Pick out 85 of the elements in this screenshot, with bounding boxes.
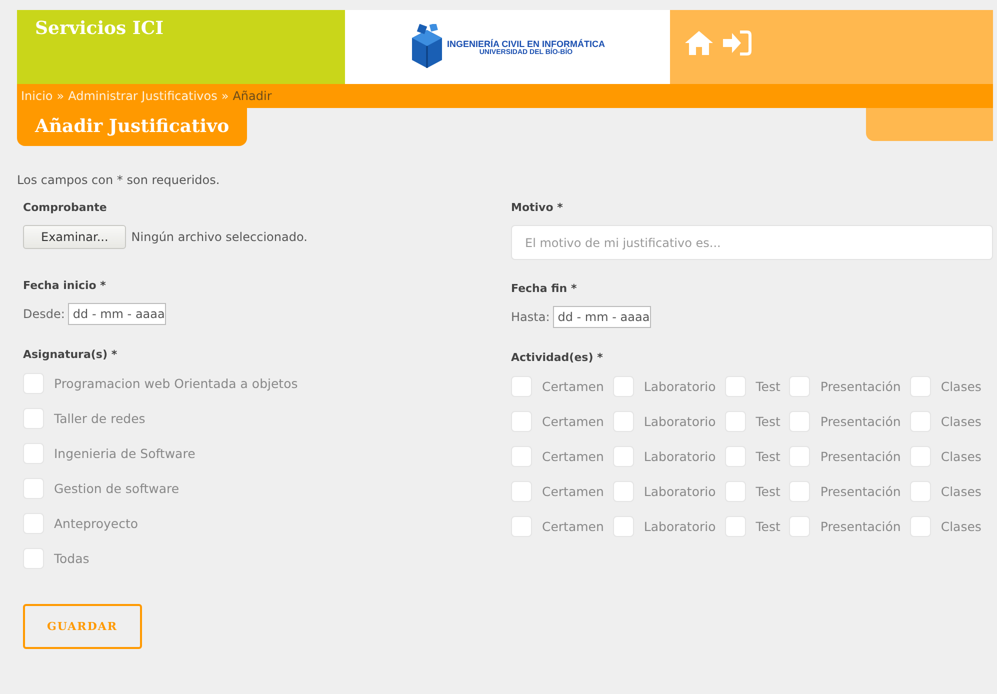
checkbox-label: Test: [756, 519, 780, 534]
checkbox[interactable]: [910, 481, 931, 502]
breadcrumb-separator: »: [56, 89, 64, 103]
breadcrumb-separator: »: [221, 89, 229, 103]
checkbox-label: Presentación: [820, 484, 901, 499]
checkbox-label: Clases: [940, 414, 982, 429]
checkbox[interactable]: [23, 408, 44, 429]
field-label: Fecha fin *: [511, 282, 577, 295]
checkbox-label: Laboratorio: [644, 519, 716, 534]
checkbox-label: Certamen: [542, 449, 604, 464]
checkbox-label: Test: [756, 484, 780, 499]
checkbox[interactable]: [789, 446, 810, 467]
checkbox-label: Clases: [940, 449, 982, 464]
browse-button[interactable]: Examinar...: [23, 225, 126, 249]
checkbox-label: Presentación: [820, 414, 901, 429]
checkbox[interactable]: [511, 481, 532, 502]
checkbox[interactable]: [23, 478, 44, 499]
checkbox[interactable]: [910, 516, 931, 537]
reason-field[interactable]: El motivo de mi justificativo es...: [511, 225, 993, 260]
file-status: Ningún archivo seleccionado.: [131, 230, 308, 244]
checkbox-label: Programacion web Orientada a objetos: [54, 376, 298, 391]
checkbox-label: Test: [756, 449, 780, 464]
checkbox[interactable]: [23, 548, 44, 569]
checkbox[interactable]: [910, 411, 931, 432]
checkbox[interactable]: [612, 516, 634, 537]
checkbox[interactable]: [789, 481, 810, 502]
checkbox-label: Certamen: [542, 484, 604, 499]
checkbox[interactable]: [789, 516, 810, 537]
checkbox-label: Anteproyecto: [54, 516, 138, 531]
home-icon[interactable]: [684, 30, 714, 56]
checkbox[interactable]: [23, 513, 44, 534]
checkbox-label: Test: [756, 379, 780, 394]
checkbox[interactable]: [511, 516, 532, 537]
checkbox[interactable]: [724, 376, 746, 397]
checkbox[interactable]: [724, 411, 746, 432]
checkbox-label: Presentación: [820, 379, 901, 394]
checkbox-label: Clases: [940, 484, 982, 499]
checkbox[interactable]: [511, 446, 532, 467]
checkbox-label: Todas: [54, 551, 90, 566]
checkbox-label: Certamen: [542, 414, 604, 429]
checkbox-label: Certamen: [542, 519, 604, 534]
date-prefix: Desde:: [23, 307, 65, 321]
date-field[interactable]: dd - mm - aaaa: [552, 306, 651, 328]
checkbox-label: Clases: [940, 519, 982, 534]
checkbox-label: Laboratorio: [644, 449, 716, 464]
cube-logo-icon: [410, 24, 444, 70]
checkbox-label: Laboratorio: [644, 414, 716, 429]
logo-title: INGENIERÍA CIVIL EN INFORMÁTICA: [446, 38, 605, 48]
checkbox-label: Clases: [940, 379, 982, 394]
checkbox[interactable]: [23, 443, 44, 464]
checkbox[interactable]: [910, 376, 931, 397]
checkbox[interactable]: [789, 376, 810, 397]
checkbox-label: Laboratorio: [644, 379, 716, 394]
required-note: Los campos con * son requeridos.: [17, 173, 221, 187]
checkbox[interactable]: [612, 446, 634, 467]
checkbox[interactable]: [612, 481, 634, 502]
checkbox[interactable]: [724, 481, 746, 502]
checkbox-label: Test: [756, 414, 780, 429]
site-title: Servicios ICI: [35, 18, 164, 39]
login-icon[interactable]: [722, 30, 752, 56]
breadcrumb-current: Añadir: [232, 89, 272, 103]
checkbox-label: Presentación: [820, 449, 901, 464]
checkbox[interactable]: [910, 446, 931, 467]
checkbox[interactable]: [724, 446, 746, 467]
field-label: Motivo *: [511, 201, 563, 214]
checkbox-label: Ingenieria de Software: [54, 446, 196, 461]
page-title: Añadir Justificativo: [17, 108, 248, 146]
field-label: Fecha inicio *: [23, 279, 106, 292]
checkbox-label: Certamen: [542, 379, 604, 394]
checkbox-label: Gestion de software: [54, 481, 180, 496]
checkbox[interactable]: [612, 411, 634, 432]
checkbox[interactable]: [724, 516, 746, 537]
field-label: Comprobante: [23, 201, 107, 214]
checkbox[interactable]: [789, 411, 810, 432]
checkbox-label: Taller de redes: [54, 411, 146, 426]
checkbox-label: Laboratorio: [644, 484, 716, 499]
checkbox[interactable]: [511, 411, 532, 432]
checkbox[interactable]: [23, 373, 44, 394]
field-label: Actividad(es) *: [511, 351, 603, 364]
checkbox[interactable]: [612, 376, 634, 397]
checkbox-label: Presentación: [820, 519, 901, 534]
field-label: Asignatura(s) *: [23, 348, 118, 361]
date-field[interactable]: dd - mm - aaaa: [68, 303, 166, 325]
checkbox[interactable]: [511, 376, 532, 397]
date-prefix: Hasta:: [511, 310, 550, 324]
